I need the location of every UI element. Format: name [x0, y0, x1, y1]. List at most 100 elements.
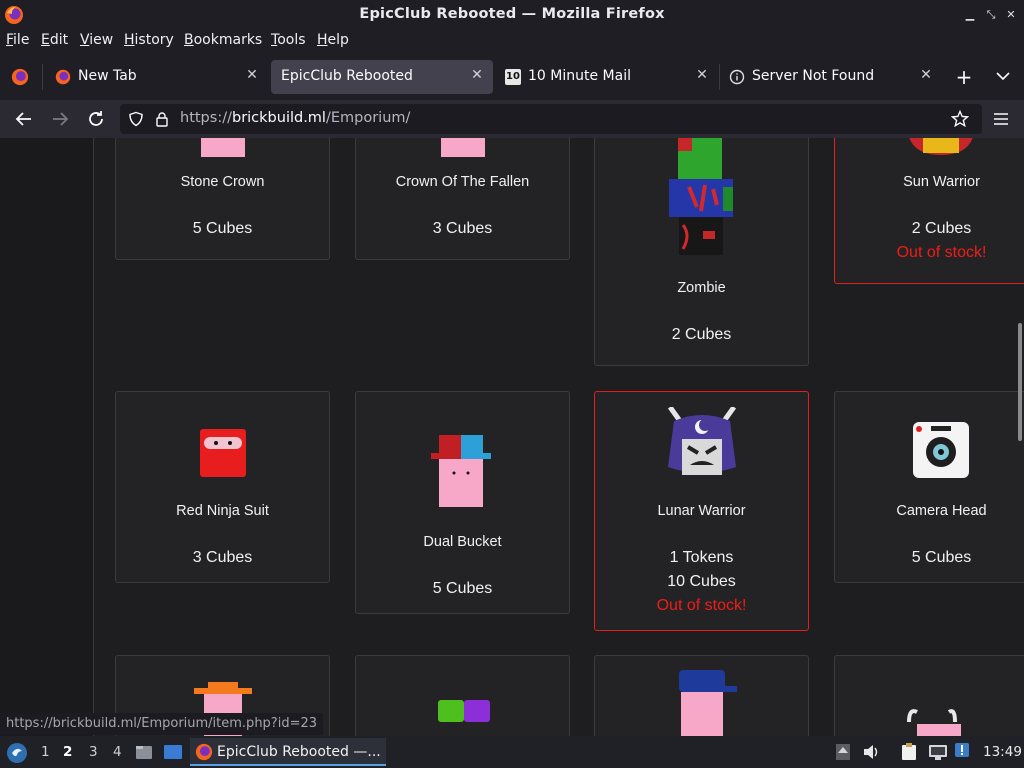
- chevron-down-icon[interactable]: [996, 71, 1010, 81]
- item-price: 3 Cubes: [432, 220, 493, 237]
- menu-bookmarks[interactable]: Bookmarks: [184, 32, 262, 48]
- item-image: [679, 670, 737, 736]
- close-icon[interactable]: ✕: [694, 67, 710, 85]
- item-name: Lunar Warrior: [657, 503, 746, 519]
- tray-arrow-icon[interactable]: [836, 744, 850, 760]
- tab-label: EpicClub Rebooted: [281, 68, 413, 84]
- menu-edit[interactable]: Edit: [41, 32, 68, 48]
- workspace-1[interactable]: 1: [41, 744, 50, 760]
- item-price: 10 Cubes: [667, 573, 736, 590]
- item-image: [913, 422, 969, 478]
- url-bar[interactable]: https://brickbuild.ml/Emporium/: [120, 104, 982, 134]
- hamburger-menu-icon[interactable]: [989, 107, 1013, 131]
- notification-icon[interactable]: [954, 742, 970, 758]
- item-image: [909, 138, 973, 155]
- vertical-scrollbar[interactable]: [1018, 323, 1022, 441]
- item-name: Zombie: [677, 280, 726, 296]
- menu-file[interactable]: File: [6, 32, 29, 48]
- item-card-sun-warrior[interactable]: Sun Warrior 2 Cubes Out of stock!: [834, 138, 1024, 284]
- shield-icon[interactable]: [128, 111, 144, 127]
- task-label: EpicClub Rebooted —...: [217, 744, 381, 760]
- item-name: Dual Bucket: [423, 534, 502, 550]
- taskbar-task-firefox[interactable]: EpicClub Rebooted —...: [190, 738, 386, 766]
- item-image: [441, 138, 485, 157]
- navigation-bar: https://brickbuild.ml/Emporium/: [0, 100, 1024, 138]
- lock-icon[interactable]: [154, 111, 170, 127]
- minimize-icon[interactable]: ▁: [962, 7, 978, 23]
- desktop-taskbar: 1 2 3 4 EpicClub Rebooted —... 13:49: [0, 736, 1024, 768]
- menu-view[interactable]: View: [80, 32, 113, 48]
- new-tab-icon[interactable]: +: [954, 67, 974, 87]
- item-name: Sun Warrior: [903, 174, 980, 190]
- workspace-4[interactable]: 4: [113, 744, 122, 760]
- back-icon[interactable]: [12, 107, 36, 131]
- out-of-stock-label: Out of stock!: [896, 244, 987, 261]
- workspace-2[interactable]: 2: [63, 744, 72, 760]
- item-image: [907, 709, 961, 736]
- bookmark-star-icon[interactable]: [951, 110, 969, 128]
- start-menu-icon[interactable]: [6, 742, 28, 764]
- page-content: Stone Crown 5 Cubes Crown Of The Fallen …: [0, 138, 1024, 736]
- maximize-icon[interactable]: ⤡: [983, 7, 999, 23]
- item-price: 5 Cubes: [432, 580, 493, 597]
- item-price: 5 Cubes: [911, 549, 972, 566]
- item-card[interactable]: [594, 655, 809, 736]
- item-card-camera-head[interactable]: Camera Head 5 Cubes: [834, 391, 1024, 583]
- menu-history[interactable]: History: [124, 32, 174, 48]
- item-price: 5 Cubes: [192, 220, 253, 237]
- tab-label: New Tab: [78, 68, 137, 84]
- tab-label: Server Not Found: [752, 68, 875, 84]
- item-name: Crown Of The Fallen: [395, 174, 530, 190]
- info-icon: [729, 69, 745, 85]
- item-name: Camera Head: [896, 503, 987, 519]
- tab-label: 10 Minute Mail: [528, 68, 631, 84]
- item-price: 2 Cubes: [671, 326, 732, 343]
- workspace-3[interactable]: 3: [89, 744, 98, 760]
- firefox-view-icon[interactable]: [11, 68, 29, 86]
- tab-strip: New Tab ✕ EpicClub Rebooted ✕ 10 10 Minu…: [0, 52, 1024, 100]
- item-image: [667, 407, 737, 475]
- menu-tools[interactable]: Tools: [271, 32, 306, 48]
- close-icon[interactable]: ✕: [918, 67, 934, 85]
- close-window-icon[interactable]: ✕: [1003, 7, 1019, 23]
- item-card-lunar-warrior[interactable]: Lunar Warrior 1 Tokens 10 Cubes Out of s…: [594, 391, 809, 631]
- out-of-stock-label: Out of stock!: [656, 597, 747, 614]
- item-image: [431, 435, 491, 507]
- site-sidebar: [0, 138, 94, 736]
- item-card-zombie[interactable]: Zombie 2 Cubes: [594, 138, 809, 366]
- tab-10-minute-mail[interactable]: 10 10 Minute Mail ✕: [496, 60, 718, 94]
- item-image: [669, 138, 733, 255]
- item-price: 3 Cubes: [192, 549, 253, 566]
- file-manager-icon[interactable]: [135, 743, 153, 761]
- tab-server-not-found[interactable]: Server Not Found ✕: [720, 60, 942, 94]
- firefox-icon: [55, 69, 71, 85]
- link-status-url: https://brickbuild.ml/Emporium/item.php?…: [0, 713, 324, 735]
- ten-minute-mail-icon: 10: [505, 69, 521, 85]
- clock: 13:49: [983, 744, 1022, 760]
- network-icon[interactable]: [928, 743, 948, 761]
- item-name: Red Ninja Suit: [176, 503, 269, 519]
- tab-epicclub[interactable]: EpicClub Rebooted ✕: [271, 60, 493, 94]
- item-image: [201, 138, 245, 157]
- forward-icon[interactable]: [48, 107, 72, 131]
- close-icon[interactable]: ✕: [244, 67, 260, 85]
- item-card-crown-of-the-fallen[interactable]: Crown Of The Fallen 3 Cubes: [355, 138, 570, 260]
- item-card-dual-bucket[interactable]: Dual Bucket 5 Cubes: [355, 391, 570, 614]
- show-desktop-icon[interactable]: [163, 743, 183, 761]
- tab-new-tab[interactable]: New Tab ✕: [46, 60, 268, 94]
- firefox-icon: [195, 743, 213, 761]
- item-card-red-ninja-suit[interactable]: Red Ninja Suit 3 Cubes: [115, 391, 330, 583]
- item-image: [200, 429, 246, 477]
- close-icon[interactable]: ✕: [469, 67, 485, 85]
- item-card[interactable]: [834, 655, 1024, 736]
- reload-icon[interactable]: [84, 107, 108, 131]
- window-titlebar: EpicClub Rebooted — Mozilla Firefox ▁ ⤡ …: [0, 0, 1024, 30]
- item-name: Stone Crown: [180, 174, 265, 190]
- item-card[interactable]: [355, 655, 570, 736]
- clipboard-icon[interactable]: [900, 743, 918, 761]
- menu-help[interactable]: Help: [317, 32, 349, 48]
- window-title: EpicClub Rebooted — Mozilla Firefox: [359, 6, 665, 22]
- item-card-stone-crown[interactable]: Stone Crown 5 Cubes: [115, 138, 330, 260]
- volume-icon[interactable]: [863, 744, 881, 760]
- url-text[interactable]: https://brickbuild.ml/Emporium/: [180, 110, 410, 126]
